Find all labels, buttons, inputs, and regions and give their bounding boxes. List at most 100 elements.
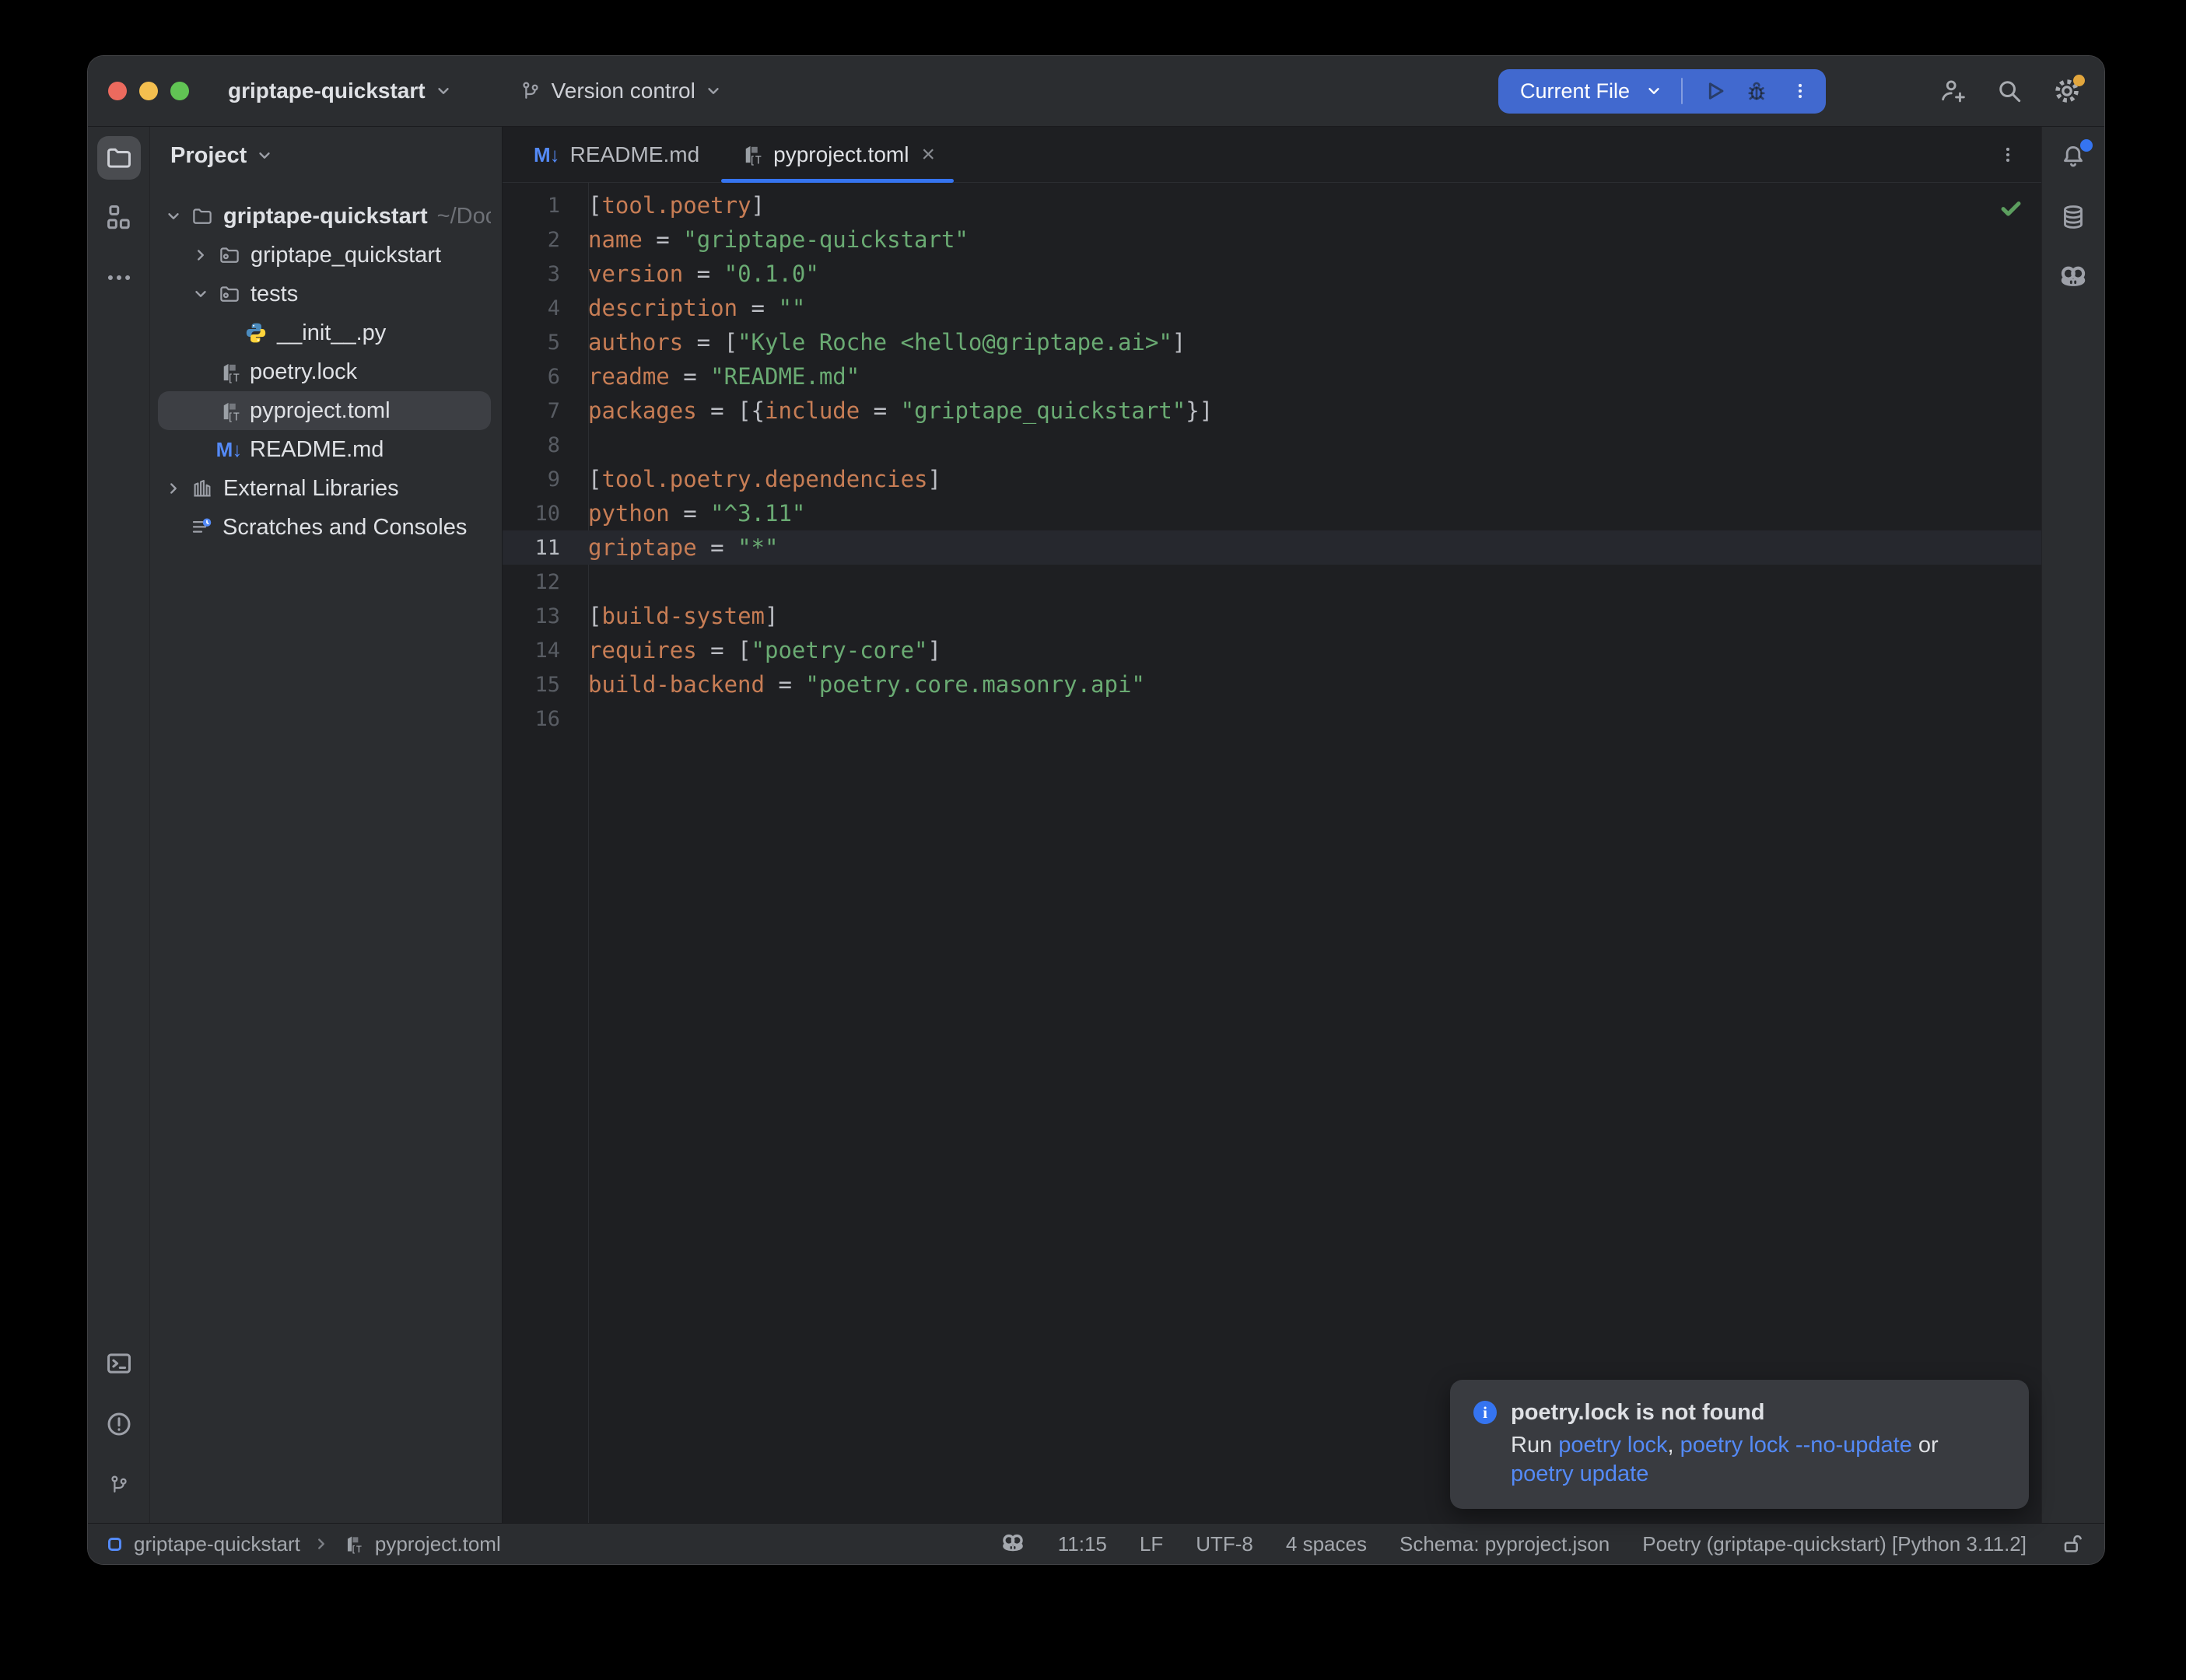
- chevron-down-icon: [435, 82, 452, 100]
- chevron-down-icon[interactable]: [159, 208, 187, 225]
- editor-tab-bar: M↓README.md[T]pyproject.toml×: [503, 127, 2041, 183]
- tree-row-griptape-quickstart[interactable]: griptape_quickstart: [158, 236, 491, 275]
- code-line-4: 4description = "": [503, 291, 2041, 325]
- chevron-down-icon[interactable]: [187, 285, 215, 303]
- code-line-2: 2name = "griptape-quickstart": [503, 222, 2041, 257]
- debug-button[interactable]: [1743, 78, 1770, 104]
- tree-item-label: README.md: [250, 437, 384, 463]
- code-editor[interactable]: 1[tool.poetry]2name = "griptape-quicksta…: [503, 183, 2041, 1523]
- code-text: packages = [{include = "griptape_quickst…: [588, 397, 1213, 424]
- project-panel-title: Project: [170, 143, 247, 169]
- libraries-icon: [187, 477, 217, 500]
- chevron-down-icon: [1645, 82, 1662, 100]
- code-line-12: 12: [503, 565, 2041, 599]
- terminal-toolwindow-button[interactable]: [97, 1345, 141, 1382]
- settings-button[interactable]: [2050, 74, 2084, 108]
- code-text: readme = "README.md": [588, 363, 860, 390]
- scratches-icon: [187, 516, 216, 539]
- code-line-5: 5authors = ["Kyle Roche <hello@griptape.…: [503, 325, 2041, 359]
- tree-row-poetry-lock[interactable]: [T]poetry.lock: [158, 352, 491, 391]
- tree-item-label: pyproject.toml: [250, 398, 391, 424]
- code-line-3: 3version = "0.1.0": [503, 257, 2041, 291]
- code-line-11: 11griptape = "*": [503, 530, 2041, 565]
- ai-assistant-toolwindow-button[interactable]: [2051, 259, 2095, 296]
- status-python-interpreter[interactable]: Poetry (griptape-quickstart) [Python 3.1…: [1642, 1532, 2027, 1556]
- notification-link-poetry-lock[interactable]: poetry lock: [1558, 1433, 1667, 1458]
- copilot-status-icon[interactable]: [1000, 1531, 1025, 1556]
- tree-row-init-py[interactable]: __init__.py: [158, 313, 491, 352]
- code-text: build-backend = "poetry.core.masonry.api…: [588, 671, 1145, 698]
- version-control-toolwindow-button[interactable]: [97, 1466, 141, 1503]
- breadcrumb-file[interactable]: pyproject.toml: [375, 1532, 501, 1556]
- tab-pyproject-toml[interactable]: [T]pyproject.toml×: [720, 127, 955, 182]
- problems-toolwindow-button[interactable]: [97, 1405, 141, 1443]
- editor-area: M↓README.md[T]pyproject.toml× 1[tool.poe…: [503, 127, 2041, 1523]
- inspections-ok-icon[interactable]: [1998, 195, 2024, 222]
- code-text: [tool.poetry.dependencies]: [588, 466, 941, 492]
- tree-row-external-libraries[interactable]: External Libraries: [158, 469, 491, 508]
- tree-item-label: griptape-quickstart: [223, 204, 428, 229]
- notification-text: ,: [1668, 1433, 1680, 1458]
- project-toolwindow-button[interactable]: [97, 136, 141, 180]
- markdown-icon: M↓: [214, 438, 243, 462]
- line-number: 14: [503, 639, 588, 663]
- code-text: name = "griptape-quickstart": [588, 226, 969, 253]
- tree-row-griptape-quickstart[interactable]: griptape-quickstart~/Docume: [158, 197, 491, 236]
- notification-badge: [2080, 139, 2093, 152]
- status-schema[interactable]: Schema: pyproject.json: [1400, 1532, 1610, 1556]
- tree-row-pyproject-toml[interactable]: [T] pyproject.toml: [158, 391, 491, 430]
- tab-options-button[interactable]: [1998, 127, 2041, 182]
- package-folder-icon: [215, 243, 244, 267]
- toml-icon: [T]: [740, 143, 762, 166]
- tree-row-tests[interactable]: tests: [158, 275, 491, 313]
- line-number: 16: [503, 707, 588, 731]
- add-user-button[interactable]: [1935, 74, 1969, 108]
- project-panel-header[interactable]: Project: [150, 136, 502, 175]
- chevron-down-icon: [256, 147, 273, 164]
- minimize-window-button[interactable]: [139, 82, 158, 100]
- structure-toolwindow-button[interactable]: [97, 198, 141, 236]
- svg-text:[T]: [T]: [749, 156, 762, 166]
- tree-row-scratches-and-consoles[interactable]: Scratches and Consoles: [158, 508, 491, 547]
- line-number: 15: [503, 673, 588, 697]
- more-toolwindows-button[interactable]: [97, 259, 141, 296]
- svg-text:[T]: [T]: [351, 1544, 363, 1554]
- project-switcher[interactable]: griptape-quickstart: [228, 79, 452, 103]
- code-text: authors = ["Kyle Roche <hello@griptape.a…: [588, 329, 1186, 355]
- chevron-right-icon[interactable]: [187, 247, 215, 264]
- project-switcher-label: griptape-quickstart: [228, 79, 426, 103]
- unlock-icon[interactable]: [2059, 1531, 2084, 1556]
- project-chip-icon: [108, 1538, 121, 1551]
- more-run-options-button[interactable]: [1785, 79, 1815, 103]
- line-number: 6: [503, 365, 588, 389]
- code-line-9: 9[tool.poetry.dependencies]: [503, 462, 2041, 496]
- main-area: Project griptape-quickstart~/Documegript…: [88, 127, 2104, 1523]
- search-everywhere-button[interactable]: [1992, 74, 2027, 108]
- vcs-widget[interactable]: Version control: [519, 79, 722, 103]
- status-encoding[interactable]: UTF-8: [1196, 1532, 1253, 1556]
- status-indent-style[interactable]: 4 spaces: [1286, 1532, 1367, 1556]
- statusbar-widgets: 11:15LFUTF-84 spacesSchema: pyproject.js…: [1000, 1531, 2084, 1556]
- line-number: 11: [503, 536, 588, 560]
- zoom-window-button[interactable]: [170, 82, 189, 100]
- code-text: description = "": [588, 295, 805, 321]
- svg-text:[T]: [T]: [227, 411, 240, 422]
- run-button[interactable]: [1701, 78, 1728, 104]
- tree-row-readme-md[interactable]: M↓ README.md: [158, 430, 491, 469]
- tab-readme-md[interactable]: M↓README.md: [513, 127, 720, 182]
- breadcrumb-project[interactable]: griptape-quickstart: [134, 1532, 300, 1556]
- close-window-button[interactable]: [108, 82, 127, 100]
- database-toolwindow-button[interactable]: [2051, 198, 2095, 236]
- notification-link-poetry-lock-no-update[interactable]: poetry lock --no-update: [1680, 1433, 1912, 1458]
- code-text: griptape = "*": [588, 534, 778, 561]
- notification-link-poetry-update[interactable]: poetry update: [1511, 1461, 1648, 1486]
- chevron-right-icon[interactable]: [159, 480, 187, 497]
- run-widget[interactable]: Current File: [1498, 69, 1826, 114]
- status-line-separator[interactable]: LF: [1140, 1532, 1163, 1556]
- git-branch-icon: [519, 79, 542, 103]
- code-text: python = "^3.11": [588, 500, 805, 527]
- tree-item-label: External Libraries: [223, 476, 399, 502]
- markdown-icon: M↓: [534, 142, 559, 167]
- close-tab-icon[interactable]: ×: [921, 143, 935, 166]
- notifications-button[interactable]: [2051, 138, 2095, 175]
